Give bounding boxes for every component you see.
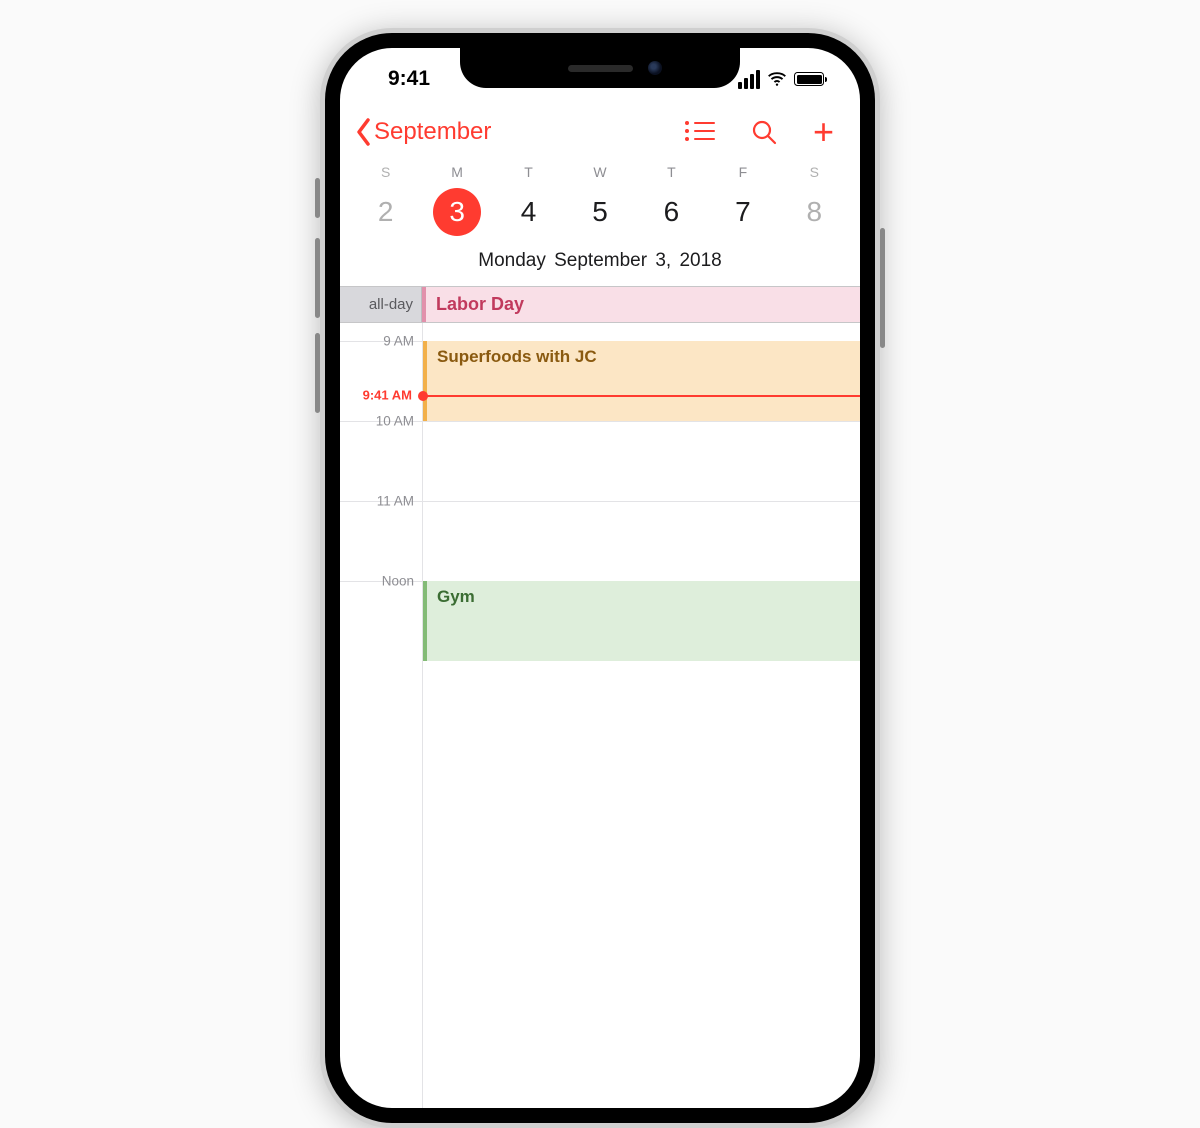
weekday-letter: T <box>493 164 564 180</box>
selected-date-label: Monday September 3, 2018 <box>340 250 860 287</box>
chevron-left-icon <box>356 118 372 146</box>
current-time-label: 9:41 AM <box>340 388 418 403</box>
all-day-event[interactable]: Labor Day <box>422 287 860 322</box>
battery-icon <box>794 72 824 86</box>
timeline[interactable]: 9 AM 10 AM 11 AM Noon Superfoods with JC… <box>340 323 860 1108</box>
all-day-row: all-day Labor Day <box>340 287 860 323</box>
week-day-row: 2 3 4 5 6 7 8 <box>340 180 860 250</box>
phone-frame: 9:41 <box>320 28 880 1128</box>
hour-label: Noon <box>340 574 422 589</box>
event-title: Gym <box>437 587 475 606</box>
weekday-letter: M <box>421 164 492 180</box>
volume-up-button <box>315 238 320 318</box>
weekday-letter: S <box>779 164 850 180</box>
day-cell[interactable]: 7 <box>707 188 778 236</box>
back-label: September <box>374 118 491 146</box>
search-button[interactable] <box>751 119 777 145</box>
add-event-button[interactable]: + <box>813 123 834 141</box>
day-cell[interactable]: 6 <box>636 188 707 236</box>
day-cell[interactable]: 4 <box>493 188 564 236</box>
weekday-letter: F <box>707 164 778 180</box>
all-day-label: all-day <box>340 287 422 322</box>
cellular-icon <box>738 70 760 89</box>
day-cell[interactable]: 2 <box>350 188 421 236</box>
day-cell[interactable]: 5 <box>564 188 635 236</box>
calendar-event[interactable]: Gym <box>423 581 860 661</box>
notch <box>460 48 740 88</box>
weekday-header: S M T W T F S <box>340 158 860 180</box>
hour-label: 10 AM <box>340 414 422 429</box>
weekday-letter: T <box>636 164 707 180</box>
volume-down-button <box>315 333 320 413</box>
screen: 9:41 <box>340 48 860 1108</box>
calendar-event[interactable]: Superfoods with JC <box>423 341 860 421</box>
back-button[interactable]: September <box>356 118 491 146</box>
event-title: Superfoods with JC <box>437 347 597 366</box>
current-time-line <box>422 395 860 397</box>
timeline-gutter <box>422 323 423 1108</box>
calendar-app: September <box>340 102 860 1108</box>
hour-label: 11 AM <box>340 494 422 509</box>
weekday-letter: S <box>350 164 421 180</box>
hour-label: 9 AM <box>340 334 422 349</box>
navigation-bar: September <box>340 102 860 158</box>
list-view-button[interactable] <box>685 121 715 143</box>
status-time: 9:41 <box>370 67 430 91</box>
speaker <box>568 65 633 72</box>
front-camera <box>648 61 662 75</box>
event-title: Labor Day <box>436 294 524 315</box>
current-time-dot <box>418 391 428 401</box>
mute-switch <box>315 178 320 218</box>
day-cell-selected[interactable]: 3 <box>421 188 492 236</box>
wifi-icon <box>766 68 788 90</box>
weekday-letter: W <box>564 164 635 180</box>
power-button <box>880 228 885 348</box>
day-cell[interactable]: 8 <box>779 188 850 236</box>
